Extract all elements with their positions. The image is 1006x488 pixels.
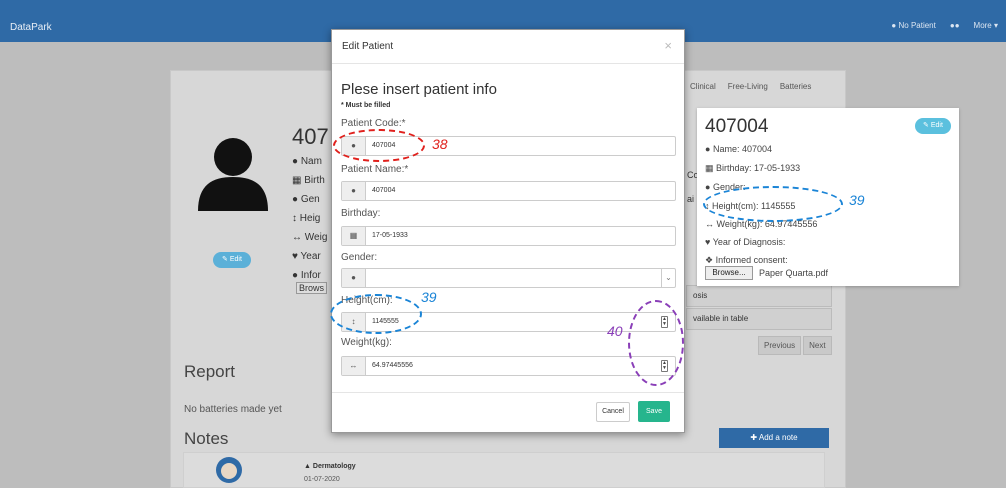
calendar-icon: ▦ (705, 163, 714, 173)
bg-pagination: Previous Next (758, 336, 832, 355)
next-button[interactable]: Next (803, 336, 832, 355)
bg-table-row: vailable in table (686, 308, 832, 330)
weight-value: 64.97445556 (372, 362, 413, 369)
bg-browse-button[interactable]: Brows (296, 282, 328, 294)
info-icon: ❖ (705, 255, 714, 265)
plus-icon: ✚ (750, 433, 758, 442)
note-date: 01-07-2020 (304, 476, 340, 483)
card-edit-button[interactable]: ✎ Edit (915, 118, 951, 134)
calendar-icon: ▦ (342, 227, 366, 245)
add-note-button[interactable]: ✚ Add a note (719, 428, 829, 448)
annotation-39-left: 39 (421, 289, 437, 305)
modal-footer (332, 392, 684, 393)
patient-label: No Patient (898, 21, 936, 30)
patient-code-label: Patient Code:* (341, 118, 406, 129)
report-heading: Report (184, 362, 236, 381)
brand-logo[interactable]: DataPark (10, 22, 52, 33)
user-icon: ● (891, 21, 897, 30)
heart-icon: ♥ (705, 237, 711, 247)
cancel-button[interactable]: Cancel (596, 402, 630, 422)
required-note: * Must be filled (341, 102, 391, 109)
note-card[interactable] (183, 452, 825, 488)
form-heading: Plese insert patient info (341, 81, 497, 98)
note-title: ▲ Dermatology (304, 463, 356, 470)
doctor-avatar-icon (216, 457, 242, 483)
more-menu[interactable]: More ▾ (974, 21, 998, 30)
user-icon: ● (705, 182, 711, 192)
card-patient-code: 407004 (705, 116, 769, 137)
bg-weight: ↔ Weig (292, 232, 328, 243)
annotation-38: 38 (432, 136, 448, 152)
patient-avatar-icon (198, 138, 268, 211)
weight-icon: ↔ (342, 357, 366, 375)
pencil-icon: ✎ (923, 122, 929, 129)
patient-name-label: Patient Name:* (341, 164, 409, 175)
pencil-icon: ✎ (222, 256, 228, 263)
tab-clinical[interactable]: Clinical (690, 82, 716, 91)
birthday-field[interactable]: ▦ 17-05-1933 (341, 226, 676, 246)
annotation-ellipse-40 (628, 300, 684, 386)
navbar-right: ● No Patient ●● More ▾ (891, 21, 998, 30)
card-consent: ❖ Informed consent: (705, 255, 788, 265)
birthday-label: Birthday: (341, 208, 381, 219)
bg-diagnosis: ♥ Year (292, 251, 321, 262)
annotation-39-right: 39 (849, 192, 865, 208)
chevron-down-icon[interactable]: ⌄ (661, 269, 675, 287)
tab-free-living[interactable]: Free-Living (728, 82, 768, 91)
annotation-ellipse-39-left (330, 294, 422, 334)
bg-patient-details: ● Nam ▦ Birth ● Gen ↕ Heig ↔ Weig ♥ Year… (292, 152, 327, 285)
modal-header: Edit Patient × (332, 30, 684, 64)
patient-menu[interactable]: ● No Patient (891, 21, 935, 30)
card-browse-button[interactable]: Browse... (705, 266, 753, 280)
bg-birthday: ▦ Birth (292, 175, 325, 186)
bg-tabs: Clinical Free-Living Batteries (690, 82, 811, 91)
no-batteries-text: No batteries made yet (184, 404, 282, 415)
birthday-value: 17-05-1933 (372, 232, 408, 239)
user-icon: ● (342, 182, 366, 200)
user-icon: ● (705, 144, 711, 154)
weight-label: Weight(kg): (341, 337, 392, 348)
patient-name-value: 407004 (372, 187, 396, 194)
cap-icon: ▲ (304, 463, 311, 470)
close-icon[interactable]: × (664, 38, 672, 53)
previous-button[interactable]: Previous (758, 336, 802, 355)
bg-height: ↕ Heig (292, 213, 321, 224)
bg-fragment-ai: ai (687, 194, 695, 204)
bg-name: ● Nam (292, 156, 322, 167)
card-name: ● Name: 407004 (705, 144, 772, 154)
weight-field[interactable]: ↔ 64.97445556 ▲ ▼ (341, 356, 676, 376)
gender-select[interactable]: ● ⌄ (341, 268, 676, 288)
weight-icon: ↔ (705, 219, 714, 229)
card-file-name: Paper Quarta.pdf (759, 268, 829, 278)
patient-name-field[interactable]: ● 407004 (341, 181, 676, 201)
bg-patient-code: 407 (292, 124, 329, 149)
card-birthday: ▦ Birthday: 17-05-1933 (705, 163, 801, 173)
bg-edit-button[interactable]: ✎ Edit (213, 252, 251, 268)
gender-label: Gender: (341, 252, 378, 263)
annotation-ellipse-39-right (703, 186, 843, 222)
edit-patient-modal: Edit Patient × Plese insert patient info… (331, 29, 685, 433)
annotation-ellipse-38 (333, 129, 425, 162)
user-icon: ● (342, 269, 366, 287)
tab-batteries[interactable]: Batteries (780, 82, 812, 91)
users-icon[interactable]: ●● (950, 21, 960, 30)
bg-gender: ● Gen (292, 194, 320, 205)
save-button[interactable]: Save (638, 401, 670, 422)
modal-title: Edit Patient (342, 41, 394, 52)
annotation-40: 40 (607, 323, 623, 339)
notes-heading: Notes (184, 429, 229, 448)
card-diagnosis: ♥ Year of Diagnosis: (705, 237, 786, 247)
bg-table-row: osis (686, 285, 832, 307)
